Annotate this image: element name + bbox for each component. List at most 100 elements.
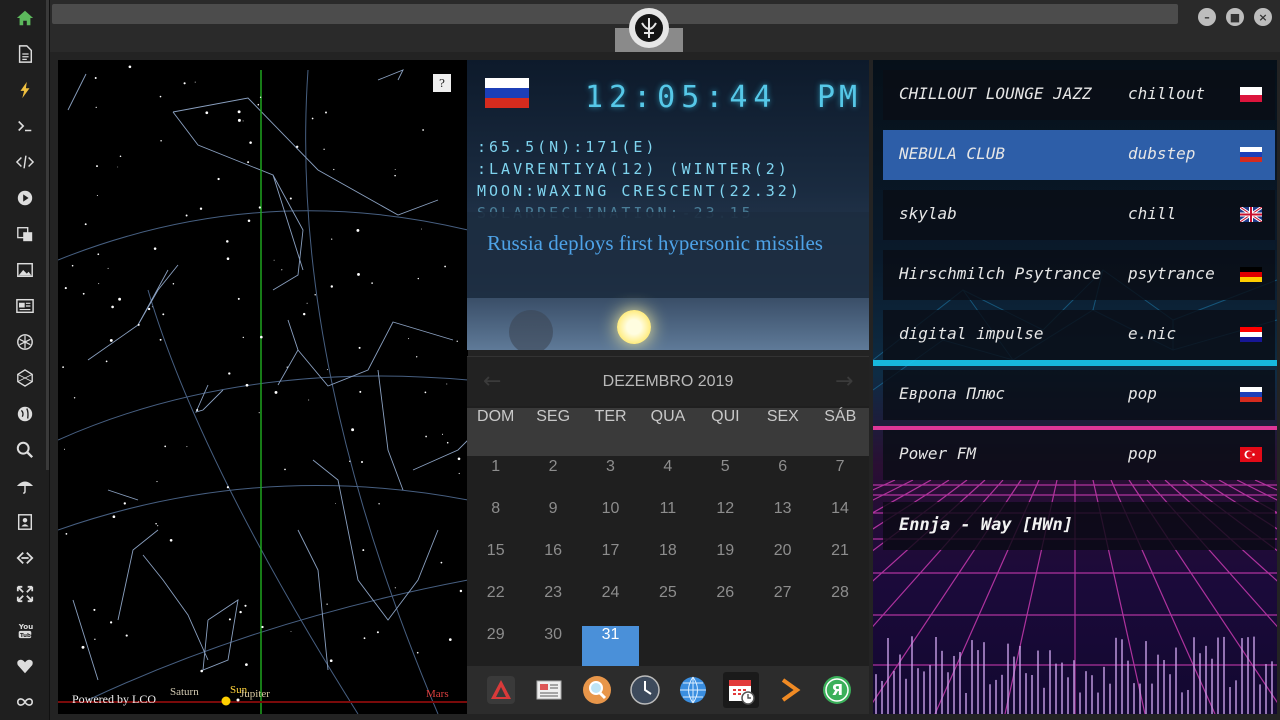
now-playing-bar[interactable]: Ennja - Way [HWn] [883,502,1275,550]
close-button[interactable]: × [1254,8,1272,26]
visualizer-bar [1115,637,1117,714]
station-row[interactable]: Европа Плюс pop [883,370,1275,420]
sky-chart[interactable]: ? Powered by LCO Saturn Sun Jupiter Mars [58,60,468,714]
image-icon[interactable] [12,257,38,283]
calendar-day[interactable]: 8 [467,500,524,542]
star-icon [237,297,240,300]
calendar-day[interactable]: 29 [467,626,524,668]
app-launcher-icon[interactable] [483,672,519,708]
calendar-day[interactable]: 19 [697,542,754,584]
news-headline[interactable]: Russia deploys first hypersonic missiles [487,232,827,255]
station-row[interactable]: Hirschmilch Psytrance psytrance [883,250,1275,300]
document-icon[interactable] [12,41,38,67]
station-row[interactable]: skylab chill [883,190,1275,240]
expand-icon[interactable] [12,581,38,607]
calendar-day-selected[interactable]: 31 [581,626,640,668]
calendar-day[interactable]: 12 [697,500,754,542]
star-icon [237,110,241,114]
calendar-day[interactable]: 11 [639,500,696,542]
address-bar[interactable] [52,4,1178,24]
link-icon[interactable] [12,545,38,571]
star-icon [273,259,275,261]
infinity-icon[interactable] [12,689,38,715]
code-icon[interactable] [12,149,38,175]
visualizer-bar [1187,689,1189,714]
maximize-button[interactable]: ■ [1226,8,1244,26]
home-icon[interactable] [12,5,38,31]
contacts-icon[interactable] [12,509,38,535]
calendar-day[interactable]: 13 [754,500,811,542]
youtube-icon[interactable]: You Tube [12,617,38,643]
station-row[interactable]: Power FM pop [883,430,1275,480]
station-name: Hirschmilch Psytrance [899,264,1102,283]
station-genre: dubstep [1128,144,1196,163]
calendar-day[interactable]: 28 [811,584,868,626]
next-month-icon[interactable]: → [835,369,853,394]
umbrella-icon[interactable] [12,473,38,499]
station-row[interactable]: CHILLOUT LOUNGE JAZZ chillout [883,70,1275,120]
star-icon [326,369,328,371]
visualizer-bar [1043,687,1045,714]
news-icon[interactable] [531,672,567,708]
calendar-icon[interactable] [723,672,759,708]
calendar-day[interactable]: 9 [524,500,581,542]
hexagon-icon[interactable] [12,365,38,391]
station-row-selected[interactable]: NEBULA CLUB dubstep [883,130,1275,180]
star-icon [274,390,278,394]
search-icon[interactable] [12,437,38,463]
clock-icon[interactable] [627,672,663,708]
help-button[interactable]: ? [433,74,451,92]
calendar-day[interactable]: 21 [811,542,868,584]
calendar-day[interactable]: 6 [754,458,811,500]
star-icon [105,360,108,363]
yandex-icon[interactable]: Я [819,672,855,708]
visualizer-bar [1217,637,1219,714]
calendar-day[interactable]: 22 [467,584,524,626]
station-row[interactable]: digital impulse e.nic [883,310,1275,360]
calendar-day[interactable]: 23 [524,584,581,626]
star-icon [245,383,249,387]
calendar-day[interactable]: 10 [582,500,639,542]
visualizer-bar [935,636,937,714]
calendar-day[interactable]: 17 [582,542,639,584]
visualizer-bar [1103,666,1105,714]
rebel-emblem-icon[interactable] [629,8,669,48]
calendar-day[interactable]: 26 [697,584,754,626]
calendar-day[interactable]: 24 [582,584,639,626]
terminal-icon[interactable] [12,113,38,139]
calendar-day[interactable]: 25 [639,584,696,626]
visualizer-bar [1211,658,1213,714]
bolt-icon[interactable] [12,77,38,103]
star-icon [378,503,380,505]
visualizer-bar [941,650,943,714]
calendar-day[interactable]: 16 [524,542,581,584]
calendar-week: 29 30 31 [467,626,869,668]
heart-icon[interactable] [12,653,38,679]
search-icon[interactable] [579,672,615,708]
play-icon[interactable] [771,672,807,708]
calendar-day[interactable]: 3 [582,458,639,500]
news-ticker[interactable]: Russia deploys first hypersonic missiles [467,212,869,298]
translate-icon[interactable] [12,221,38,247]
play-icon[interactable] [12,185,38,211]
globe-icon[interactable] [12,401,38,427]
globe-icon[interactable] [675,672,711,708]
weekday-label: DOM [477,408,515,425]
newspaper-icon[interactable] [12,293,38,319]
calendar-day[interactable]: 27 [754,584,811,626]
location-readout: :LAVRENTIYA(12) (WINTER(2) [477,160,790,178]
star-icon [172,282,175,285]
sidebar-scrollbar[interactable] [46,0,49,470]
calendar-day[interactable]: 18 [639,542,696,584]
minimize-button[interactable]: – [1198,8,1216,26]
calendar-day[interactable]: 7 [811,458,868,500]
calendar-day[interactable]: 14 [811,500,868,542]
calendar-day[interactable]: 5 [697,458,754,500]
calendar-day[interactable]: 30 [524,626,581,668]
calendar-day[interactable]: 2 [524,458,581,500]
calendar-day[interactable]: 20 [754,542,811,584]
calendar-day[interactable]: 4 [639,458,696,500]
calendar-day[interactable]: 15 [467,542,524,584]
rebel-icon[interactable] [12,329,38,355]
calendar-day[interactable]: 1 [467,458,524,500]
